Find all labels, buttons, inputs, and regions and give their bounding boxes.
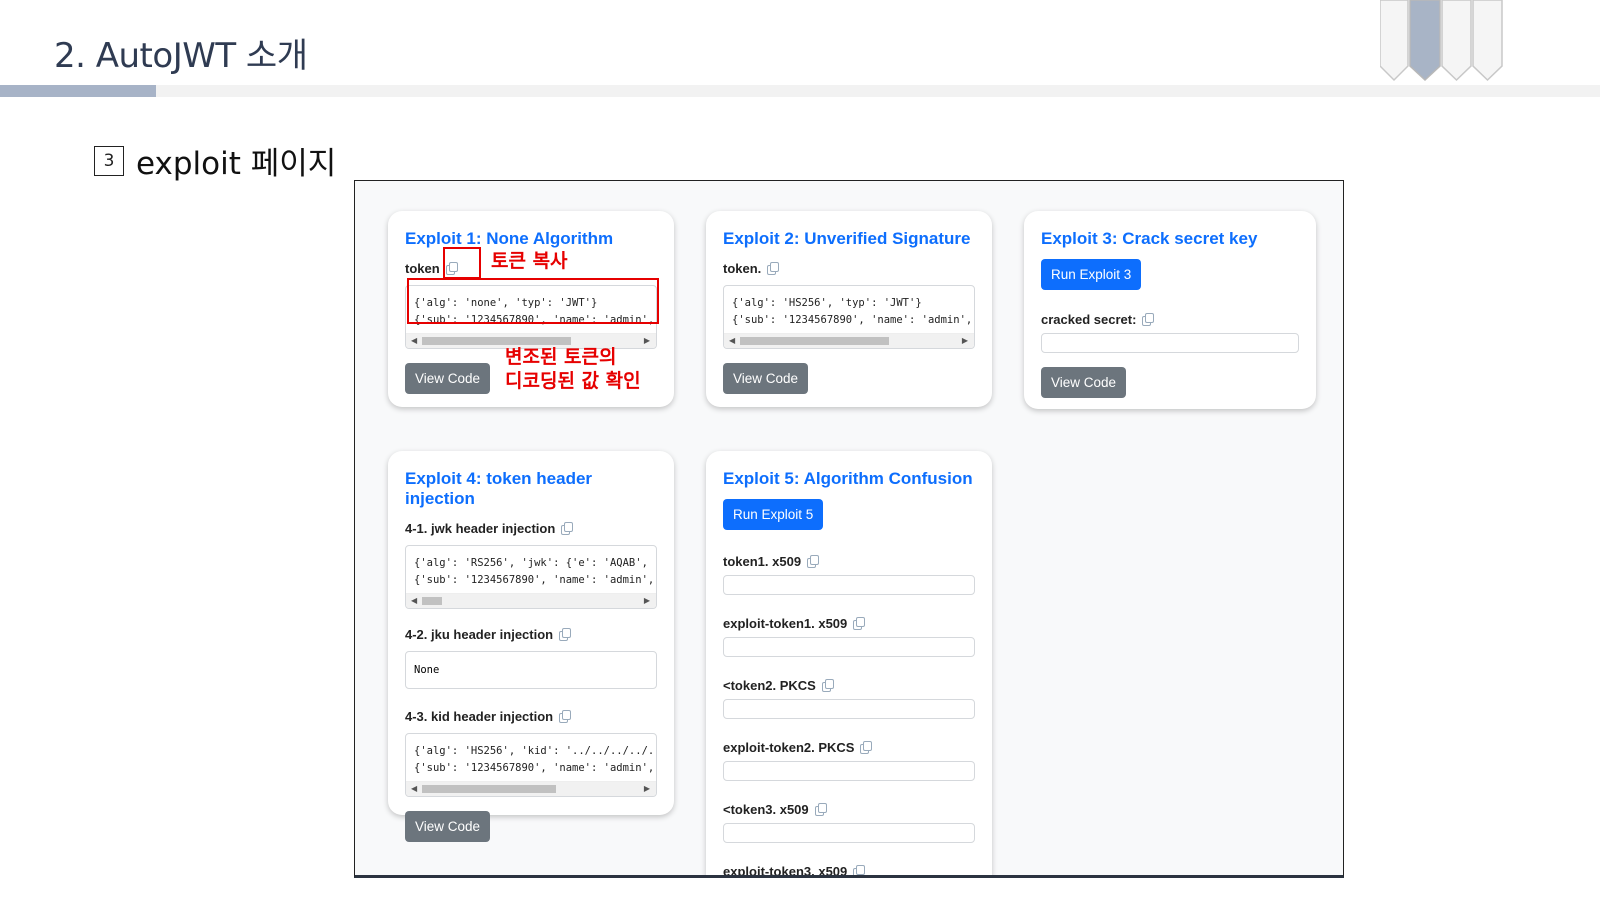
run-exploit5-button[interactable]: Run Exploit 5 [723,499,824,530]
copy-icon[interactable] [860,741,873,754]
jku-value-box[interactable]: None [405,651,657,689]
copy-icon[interactable] [559,710,572,723]
scroll-thumb[interactable] [422,337,571,345]
kid-code: {'alg': 'HS256', 'kid': '../../../../. {… [406,734,656,781]
code-line: {'sub': '1234567890', 'name': 'admin', [414,762,655,774]
slide-title: 2. AutoJWT 소개 [54,36,308,76]
exploit3-card: Exploit 3: Crack secret key Run Exploit … [1024,211,1316,409]
field-label: exploit-token1. x509 [723,615,848,631]
scroll-right-icon[interactable]: ▶ [962,336,968,345]
jwk-decoded-box[interactable]: {'alg': 'RS256', 'jwk': {'e': 'AQAB', {'… [405,545,657,609]
kid-label-row: 4-3. kid header injection [405,707,657,725]
scroll-thumb[interactable] [422,597,442,605]
copy-icon[interactable] [814,803,827,816]
exploit5-title: Exploit 5: Algorithm Confusion [723,469,973,488]
copy-icon[interactable] [561,522,574,535]
view-code-button[interactable]: View Code [405,811,491,842]
title-underline-accent [0,85,156,97]
decoded-annotation-line2: 디코딩된 값 확인 [505,370,641,392]
copy-icon[interactable] [821,679,834,692]
exploit5-card: Exploit 5: Algorithm Confusion Run Explo… [706,451,992,878]
view-code-button[interactable]: View Code [723,363,809,394]
horizontal-scrollbar[interactable]: ◀ ▶ [724,333,974,348]
exploit1-token-label: token [405,260,440,276]
jwk-label: 4-1. jwk header injection [405,520,556,536]
scroll-right-icon[interactable]: ▶ [644,336,650,345]
section-heading: 3 exploit 페이지 [94,138,336,183]
cracked-secret-label: cracked secret: [1041,311,1137,327]
bookmark-ribbons-decoration [1380,0,1503,82]
section-number: 3 [94,145,124,176]
copy-icon[interactable] [807,555,820,568]
exploit-token1-x509-field[interactable] [723,637,975,657]
copy-icon[interactable] [1142,313,1155,326]
code-line: {'sub': '1234567890', 'name': 'admin', [414,574,655,586]
field-label-row: token1. x509 [723,552,975,570]
field-label-row: exploit-token2. PKCS [723,738,975,756]
exploit4-card: Exploit 4: token header injection 4-1. j… [388,451,674,842]
scroll-left-icon[interactable]: ◀ [411,596,417,605]
exploit1-title: Exploit 1: None Algorithm [405,229,614,248]
decoded-token-highlight [407,278,659,324]
field-label: <token3. x509 [723,801,809,817]
token3-x509-field[interactable] [723,823,975,843]
copy-token-annotation: 토큰 복사 [491,250,568,272]
exploit4-title: Exploit 4: token header injection [405,469,593,508]
field-label-row: exploit-token3. x509 [723,862,975,878]
copy-icon[interactable] [559,628,572,641]
code-line: {'alg': 'RS256', 'jwk': {'e': 'AQAB', [414,557,648,569]
kid-label: 4-3. kid header injection [405,708,554,724]
title-underline [0,85,1600,97]
field-label: <token2. PKCS [723,677,816,693]
scroll-left-icon[interactable]: ◀ [411,784,417,793]
copy-icon[interactable] [767,262,780,275]
decoded-annotation-line1: 변조된 토큰의 [505,346,617,368]
field-label-row: <token3. x509 [723,800,975,818]
scroll-right-icon[interactable]: ▶ [644,596,650,605]
token2-pkcs-field[interactable] [723,699,975,719]
copy-icon[interactable] [853,865,866,875]
field-label: exploit-token2. PKCS [723,739,855,755]
exploit-page-screenshot: Exploit 1: None Algorithm token {'alg': … [354,180,1344,878]
cracked-secret-field[interactable] [1041,333,1299,353]
exploit2-token-label: token. [723,260,762,276]
scroll-left-icon[interactable]: ◀ [411,336,417,345]
jku-label-row: 4-2. jku header injection [405,625,657,643]
run-exploit3-button[interactable]: Run Exploit 3 [1041,259,1142,290]
scroll-right-icon[interactable]: ▶ [644,784,650,793]
scroll-thumb[interactable] [740,337,889,345]
token1-x509-field[interactable] [723,575,975,595]
jwk-label-row: 4-1. jwk header injection [405,519,657,537]
code-line: {'alg': 'HS256', 'typ': 'JWT'} [732,297,922,309]
field-label-row: exploit-token1. x509 [723,614,975,632]
field-label: exploit-token3. x509 [723,863,848,878]
scroll-thumb[interactable] [422,785,556,793]
exploit3-title: Exploit 3: Crack secret key [1041,229,1258,248]
cracked-secret-label-row: cracked secret: [1041,310,1299,328]
horizontal-scrollbar[interactable]: ◀ ▶ [406,781,656,796]
code-line: {'sub': '1234567890', 'name': 'admin', [732,314,973,326]
exploit2-code: {'alg': 'HS256', 'typ': 'JWT'} {'sub': '… [724,286,974,333]
exploit2-decoded-box[interactable]: {'alg': 'HS256', 'typ': 'JWT'} {'sub': '… [723,285,975,349]
field-label: token1. x509 [723,553,802,569]
exploit-token2-pkcs-field[interactable] [723,761,975,781]
jwk-code: {'alg': 'RS256', 'jwk': {'e': 'AQAB', {'… [406,546,656,593]
exploit2-token-label-row: token. [723,259,975,277]
exploit2-title: Exploit 2: Unverified Signature [723,229,971,248]
kid-decoded-box[interactable]: {'alg': 'HS256', 'kid': '../../../../. {… [405,733,657,797]
scroll-left-icon[interactable]: ◀ [729,336,735,345]
copy-icon[interactable] [853,617,866,630]
view-code-button[interactable]: View Code [405,363,491,394]
copy-token-highlight [443,247,481,279]
horizontal-scrollbar[interactable]: ◀ ▶ [406,593,656,608]
section-label: exploit 페이지 [136,146,337,182]
field-label-row: <token2. PKCS [723,676,975,694]
jku-label: 4-2. jku header injection [405,626,554,642]
view-code-button[interactable]: View Code [1041,367,1127,398]
exploit2-card: Exploit 2: Unverified Signature token. {… [706,211,992,407]
code-line: {'alg': 'HS256', 'kid': '../../../../. [414,745,655,757]
